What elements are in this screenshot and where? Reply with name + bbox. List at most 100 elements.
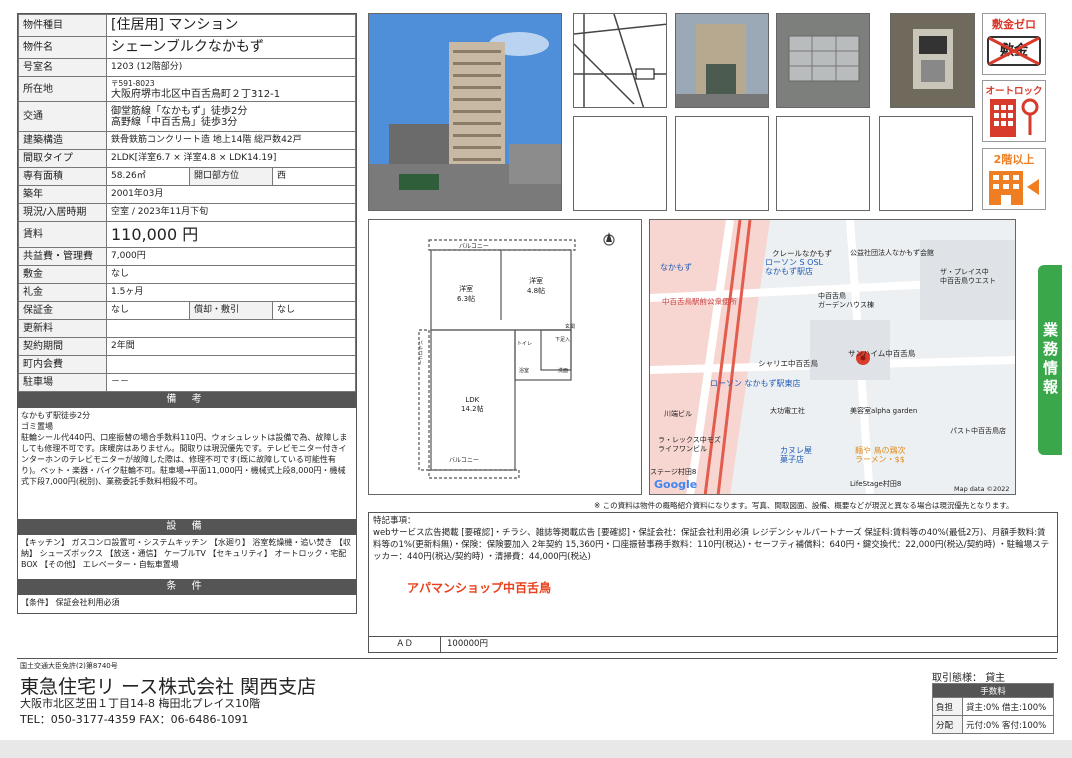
- intercom-photo-graphic: [891, 14, 974, 107]
- building-arrow-icon: [989, 171, 1039, 205]
- mailbox-photo: [776, 13, 870, 108]
- entrance-photo-graphic: [676, 14, 768, 107]
- footer-divider: [17, 658, 1057, 659]
- label-mgmt: 共益費・管理費: [18, 247, 107, 266]
- fp-ldk: LDK 14.2帖: [461, 396, 484, 413]
- map-label-17: ステージ村田8: [650, 468, 697, 476]
- remarks-content: 特記事項： webサービス広告掲載 [要確認]・チラシ、雑誌等掲載広告 [要確認…: [369, 513, 1057, 638]
- map-label-13: パスト中百舌鳥店: [950, 427, 1006, 435]
- autolock-label: オートロック: [985, 86, 1043, 97]
- setsubi-text: 【キッチン】 ガスコンロ設置可・システムキッチン 【水廻り】 浴室乾燥機・追い焚…: [21, 538, 351, 569]
- map-label-15: カヌレ屋 菓子店: [780, 446, 812, 464]
- disclaimer-text: ※ この資料は物件の概略紹介資料になります。写真、間取図面、設備、概要などが現況…: [594, 501, 1014, 510]
- value-renewal: [106, 319, 356, 338]
- zip-code: 〒591-8023: [111, 79, 155, 88]
- label-shokyaku: 償却・敷引: [189, 301, 273, 320]
- label-access: 交通: [18, 101, 107, 132]
- mini-map-graphic: [574, 14, 666, 107]
- label-hosho: 保証金: [18, 301, 107, 320]
- map-label-4: ザ・プレイス中 中百舌鳥ウエスト: [940, 268, 996, 285]
- fp-balcony-top: バルコニー: [459, 243, 489, 250]
- deposit-crossed-text: 敷金: [987, 36, 1041, 66]
- label-key-money: 礼金: [18, 283, 107, 302]
- map-label-14: ラ・レックス中モズ ライフワンビル: [658, 436, 721, 453]
- deposit-zero-icon: 敷金ゼロ 敷金: [982, 13, 1046, 75]
- label-renewal: 更新料: [18, 319, 107, 338]
- fee-title: 手数料: [932, 683, 1054, 698]
- map-label-5: 中百舌鳥駅前公衆便所: [662, 297, 737, 306]
- label-name: 物件名: [18, 36, 107, 59]
- label-room: 号室名: [18, 58, 107, 77]
- label-built: 築年: [18, 185, 107, 204]
- map-label-2: なかもず: [660, 263, 692, 272]
- google-logo: Google: [654, 478, 698, 491]
- value-assoc: [106, 355, 356, 374]
- keypad-key-icon: [990, 98, 1039, 137]
- building-photo-graphic: [369, 14, 561, 210]
- setsubi-header: 設 備: [18, 519, 356, 535]
- bottom-strip: [0, 740, 1072, 758]
- map-label-16: 麺や 鳥の鶏次 ラーメン・$$: [855, 446, 906, 464]
- value-term: 2年間: [106, 337, 356, 356]
- map-label-3: ローソン S OSL なかもず駅店: [765, 258, 823, 276]
- access-line-2: 高野線「中百舌鳥」徒歩3分: [111, 116, 238, 128]
- label-status: 現況/入居時期: [18, 203, 107, 222]
- value-key-money: 1.5ヶ月: [106, 283, 356, 302]
- label-address: 所在地: [18, 76, 107, 102]
- bikou-header: 備 考: [18, 392, 356, 408]
- photo-slot-empty-2: [675, 116, 769, 211]
- value-hosho: なし: [106, 301, 190, 320]
- label-rent: 賃料: [18, 221, 107, 248]
- fee-row-key: 分配: [932, 715, 963, 734]
- entrance-photo: [675, 13, 769, 108]
- value-type: [住居用] マンション: [106, 14, 356, 37]
- fp-room1: 洋室 6.3帖: [457, 285, 476, 303]
- fee-row-value: 元付:0% 客付:100%: [962, 715, 1054, 734]
- fp-balcony-bottom: バルコニー: [449, 457, 479, 464]
- access-line-1: 御堂筋線「なかもず」徒歩2分: [111, 105, 248, 117]
- remarks-text: webサービス広告掲載 [要確認]・チラシ、雑誌等掲載広告 [要確認]・保証会社…: [373, 528, 1050, 562]
- fp-bath: 浴室: [519, 368, 530, 374]
- value-structure: 鉄骨鉄筋コンクリート造 地上14階 総戸数42戸: [106, 131, 356, 150]
- fee-row-value: 貸主:0% 借主:100%: [962, 697, 1054, 716]
- company-tel: TEL：050-3177-4359 FAX：06-6486-1091: [20, 713, 249, 726]
- ad-row: ＡＤ 100000円: [369, 636, 1057, 652]
- building-exterior-photo: [368, 13, 562, 211]
- second-floor-up-icon: 2階以上: [982, 148, 1046, 210]
- value-status: 空室 / 2023年11月下旬: [106, 203, 356, 222]
- value-direction: 西: [272, 167, 356, 186]
- photo-slot-empty-4: [879, 116, 973, 211]
- map-label-10: 大功電工社: [770, 407, 805, 415]
- fp-toilet: トイレ: [517, 341, 533, 347]
- address-line: 大阪府堺市北区中百舌鳥町２丁312-1: [111, 89, 281, 100]
- value-rent: 110,000 円: [106, 221, 356, 248]
- location-map[interactable]: クレールなかもず 公益社団法人なかもず会館 なかもず ローソン S OSL なか…: [649, 219, 1016, 495]
- bikou-text: なかもず駅徒歩2分 ゴミ置場 駐輪シール代440円、口座振替の場合手数料110円…: [21, 411, 348, 486]
- deposit-zero-label: 敷金ゼロ: [992, 18, 1036, 31]
- value-room: 1203 (12階部分): [106, 58, 356, 77]
- label-term: 契約期間: [18, 337, 107, 356]
- value-deposit: なし: [106, 265, 356, 284]
- value-name: シェーンブルクなかもず: [106, 36, 356, 59]
- north-arrow-icon: [606, 232, 612, 242]
- map-label-9: ローソン なかもず駅東店: [710, 379, 801, 388]
- value-area: 58.26㎡: [106, 167, 190, 186]
- fee-row-key: 負担: [932, 697, 963, 716]
- map-data-credit: Map data ©2022: [954, 485, 1010, 493]
- value-layout: 2LDK[洋室6.7 × 洋室4.8 × LDK14.19]: [106, 149, 356, 168]
- ad-value: 100000円: [447, 639, 488, 649]
- value-shokyaku: なし: [272, 301, 356, 320]
- business-info-tab[interactable]: 業務情報: [1038, 265, 1062, 455]
- label-deposit: 敷金: [18, 265, 107, 284]
- cross-mark-icon: [988, 36, 1040, 66]
- map-label-1: 公益社団法人なかもず会館: [850, 249, 934, 257]
- remarks-box: 特記事項： webサービス広告掲載 [要確認]・チラシ、雑誌等掲載広告 [要確認…: [368, 512, 1058, 653]
- company-address: 大阪市北区芝田１丁目14-8 梅田北プレイス10階: [20, 697, 261, 710]
- photo-slot-empty-3: [776, 116, 870, 211]
- ad-label: ＡＤ: [369, 637, 441, 652]
- property-spec-table: 物件種目 [住居用] マンション 物件名 シェーンブルクなかもず 号室名 1203 (…: [17, 13, 357, 614]
- floor2-label: 2階以上: [993, 153, 1035, 166]
- map-label-11: 美容室alpha garden: [850, 407, 918, 415]
- label-layout: 間取タイプ: [18, 149, 107, 168]
- area-map-thumbnail: [573, 13, 667, 108]
